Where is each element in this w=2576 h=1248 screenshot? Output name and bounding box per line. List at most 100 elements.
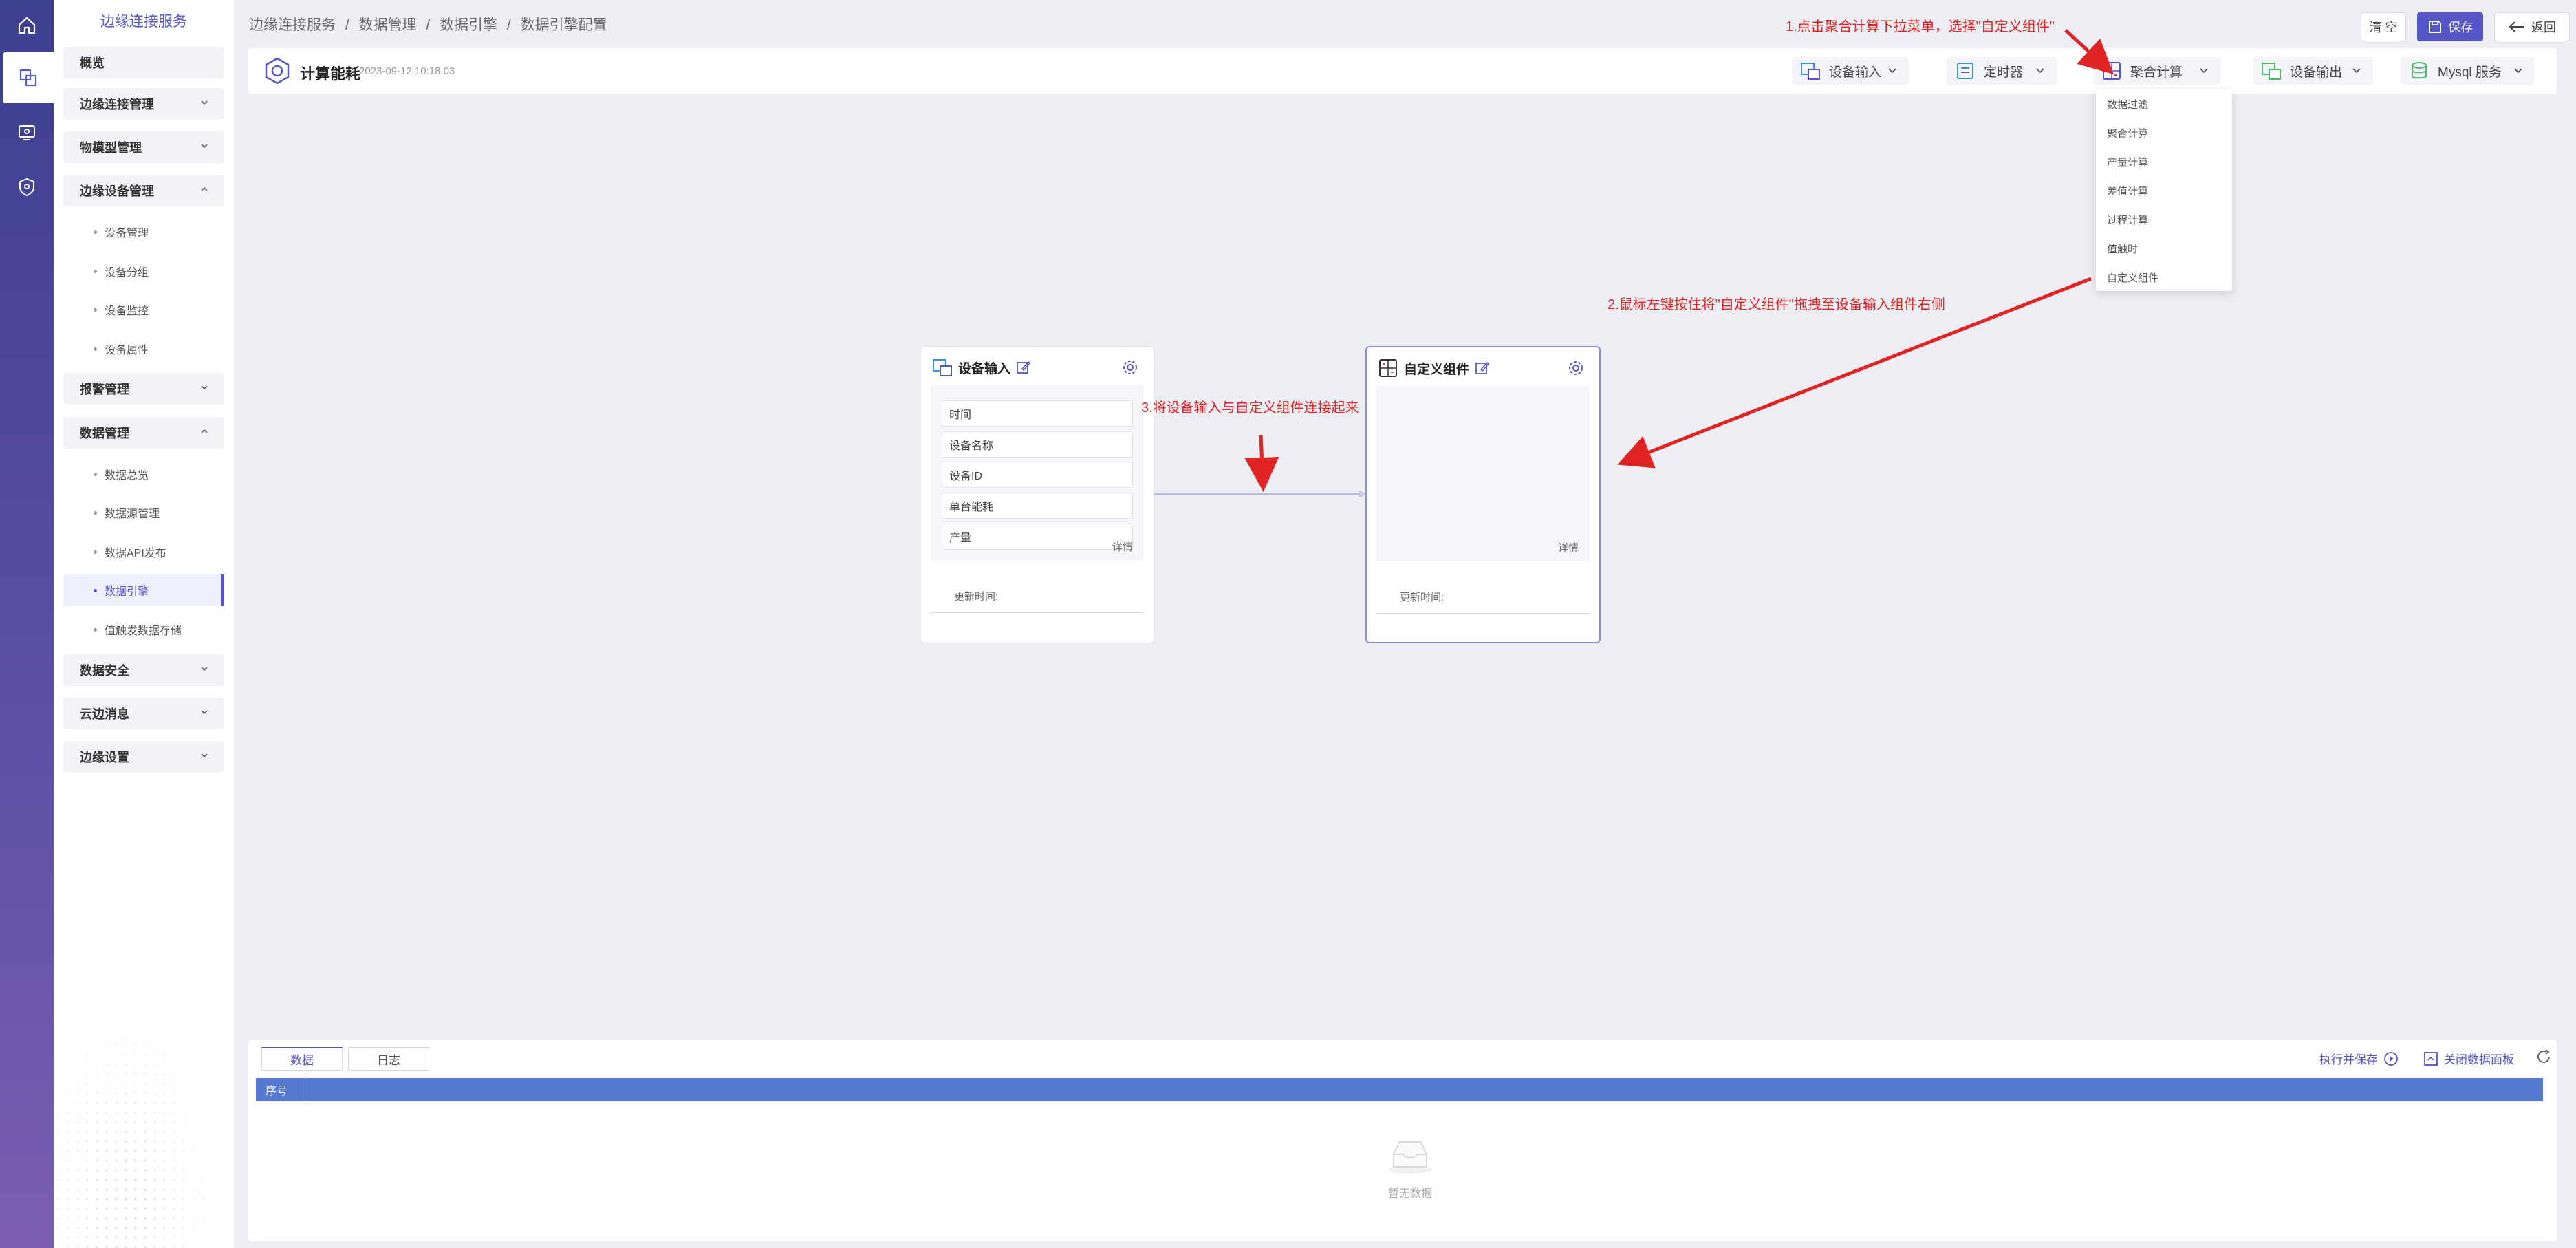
sidebar-item-label: 概览 (80, 56, 105, 70)
refresh-icon[interactable] (2535, 1048, 2552, 1065)
home-icon[interactable] (0, 0, 54, 51)
sidebar: 边缘连接服务 概览 边缘连接管理 物模型管理 边缘设备管理 设备管理 设备分组 … (54, 0, 234, 1248)
sidebar-item-alarm[interactable]: 报警管理 (63, 373, 224, 405)
sidebar-item-label: 数据安全 (80, 664, 129, 678)
chevron-down-icon (201, 144, 208, 149)
chevron-down-icon (201, 753, 208, 758)
sidebar-item-device-attr[interactable]: 设备属性 (63, 333, 224, 365)
empty-inbox-icon (1388, 1141, 1432, 1174)
sidebar-item-overview[interactable]: 概览 (63, 47, 224, 78)
sidebar-item-edge-settings[interactable]: 边缘设置 (63, 741, 224, 773)
node-body: 详情 (1376, 386, 1590, 561)
sidebar-item-label: 云边消息 (80, 707, 129, 721)
device-output-label: 设备输出 (2290, 65, 2343, 80)
breadcrumb-current: 数据引擎配置 (520, 17, 607, 33)
detail-link[interactable]: 详情 (1558, 540, 1579, 555)
device-input-icon (1801, 63, 1820, 80)
back-button[interactable]: 返回 (2494, 12, 2570, 41)
decorative-dots (54, 973, 234, 1248)
update-time-label: 更新时间: (1400, 592, 1444, 603)
execute-save-button[interactable]: 执行并保存 (2319, 1050, 2399, 1067)
sidebar-item-data-api[interactable]: 数据API发布 (63, 536, 224, 568)
field-time: 时间 (942, 400, 1133, 427)
sidebar-item-data-security[interactable]: 数据安全 (63, 654, 224, 686)
device-input-node[interactable]: 设备输入 时间 设备名称 设备ID 单台能耗 产量 详情 更新时间: (920, 346, 1154, 643)
node-divider (931, 612, 1144, 613)
aggregate-dropdown[interactable]: 聚合计算 (2093, 57, 2220, 85)
gear-icon[interactable] (1122, 359, 1138, 376)
monitor-icon[interactable] (0, 107, 54, 158)
sidebar-item-edge-connection[interactable]: 边缘连接管理 (63, 88, 224, 120)
sidebar-item-device-manage[interactable]: 设备管理 (63, 216, 224, 248)
annotation-step-1: 1.点击聚合计算下拉菜单，选择"自定义组件" (1786, 19, 2055, 34)
sidebar-item-edge-device[interactable]: 边缘设备管理 (63, 175, 224, 206)
mysql-dropdown[interactable]: Mysql 服务 (2401, 57, 2535, 85)
edit-icon[interactable] (1016, 360, 1031, 375)
data-panel: 数据 日志 执行并保存 关闭数据面板 序号 暂无数据 (248, 1040, 2557, 1241)
update-time-label: 更新时间: (954, 591, 999, 603)
node-divider (1376, 613, 1590, 614)
custom-component-icon (1379, 359, 1397, 377)
menu-item-data-filter[interactable]: 数据过滤 (2107, 97, 2148, 111)
breadcrumb-item[interactable]: 数据管理 (359, 17, 417, 33)
menu-item-diff-calc[interactable]: 差值计算 (2107, 184, 2148, 198)
timer-label: 定时器 (1984, 65, 2024, 80)
tab-data[interactable]: 数据 (261, 1047, 343, 1071)
device-input-label: 设备输入 (1829, 65, 1882, 80)
sidebar-item-data-source[interactable]: 数据源管理 (63, 497, 224, 528)
breadcrumb-item[interactable]: 数据引擎 (440, 17, 497, 33)
engine-logo-icon (265, 57, 290, 85)
device-input-dropdown[interactable]: 设备输入 (1792, 57, 1909, 85)
menu-item-value-trigger[interactable]: 值触时 (2107, 241, 2138, 256)
aggregate-dropdown-menu: 数据过滤 聚合计算 产量计算 差值计算 过程计算 值触时 自定义组件 (2096, 89, 2232, 291)
connection-line[interactable] (1154, 490, 1367, 498)
save-button[interactable]: 保存 (2417, 12, 2483, 41)
sidebar-item-label: 边缘设置 (80, 751, 129, 764)
node-header: 设备输入 (932, 354, 1031, 381)
security-shield-icon[interactable] (0, 162, 54, 213)
column-label: 序号 (266, 1086, 288, 1097)
menu-item-output-calc[interactable]: 产量计算 (2107, 155, 2148, 169)
collapse-panel-icon (2424, 1051, 2438, 1066)
sidebar-item-thing-model[interactable]: 物模型管理 (63, 131, 224, 163)
sidebar-item-label: 报警管理 (80, 383, 129, 396)
detail-link[interactable]: 详情 (1112, 539, 1133, 554)
tab-log[interactable]: 日志 (348, 1047, 429, 1071)
device-input-icon (933, 359, 952, 376)
edit-icon[interactable] (1475, 361, 1490, 376)
save-button-label: 保存 (2448, 21, 2473, 34)
clear-button[interactable]: 清 空 (2361, 12, 2406, 41)
chevron-down-icon (2200, 68, 2208, 74)
timer-dropdown[interactable]: 定时器 (1947, 57, 2057, 85)
sidebar-item-trigger-storage[interactable]: 值触发数据存储 (63, 614, 224, 645)
sidebar-item-data-engine[interactable]: 数据引擎 (63, 574, 224, 606)
sidebar-item-device-monitor[interactable]: 设备监控 (63, 294, 224, 325)
close-panel-button[interactable]: 关闭数据面板 (2423, 1050, 2514, 1067)
custom-component-node[interactable]: 自定义组件 详情 更新时间: (1365, 346, 1601, 643)
engine-toolbar: 计算能耗 2023-09-12 10:18:03 设备输入 定时器 聚合计算 设… (248, 48, 2557, 94)
menu-item-aggregate[interactable]: 聚合计算 (2107, 126, 2148, 140)
sidebar-item-label: 物模型管理 (80, 141, 142, 155)
sidebar-item-label: 设备属性 (105, 345, 149, 356)
sidebar-item-device-group[interactable]: 设备分组 (63, 255, 224, 287)
table-header: 序号 (256, 1078, 2543, 1101)
gear-icon[interactable] (1568, 360, 1584, 376)
play-circle-icon (2384, 1051, 2398, 1066)
chevron-down-icon (1888, 68, 1896, 74)
breadcrumb-separator: / (426, 17, 431, 33)
sidebar-item-label: 值触发数据存储 (105, 625, 182, 637)
menu-item-custom-component[interactable]: 自定义组件 (2107, 270, 2158, 285)
execute-save-label: 执行并保存 (2319, 1053, 2378, 1066)
menu-item-process-calc[interactable]: 过程计算 (2107, 213, 2148, 227)
chevron-down-icon (2036, 68, 2044, 74)
connection-service-icon[interactable] (3, 52, 54, 103)
device-output-dropdown[interactable]: 设备输出 (2253, 57, 2373, 85)
empty-state: 暂无数据 (1365, 1137, 1455, 1201)
chevron-down-icon (2352, 68, 2361, 74)
sidebar-item-data-manage[interactable]: 数据管理 (63, 417, 224, 449)
breadcrumb: 边缘连接服务 / 数据管理 / 数据引擎 / 数据引擎配置 (249, 14, 613, 34)
breadcrumb-item[interactable]: 边缘连接服务 (249, 17, 336, 33)
sidebar-item-cloud-message[interactable]: 云边消息 (63, 698, 224, 729)
timer-icon (1957, 63, 1973, 79)
sidebar-item-data-overview[interactable]: 数据总览 (63, 458, 224, 490)
